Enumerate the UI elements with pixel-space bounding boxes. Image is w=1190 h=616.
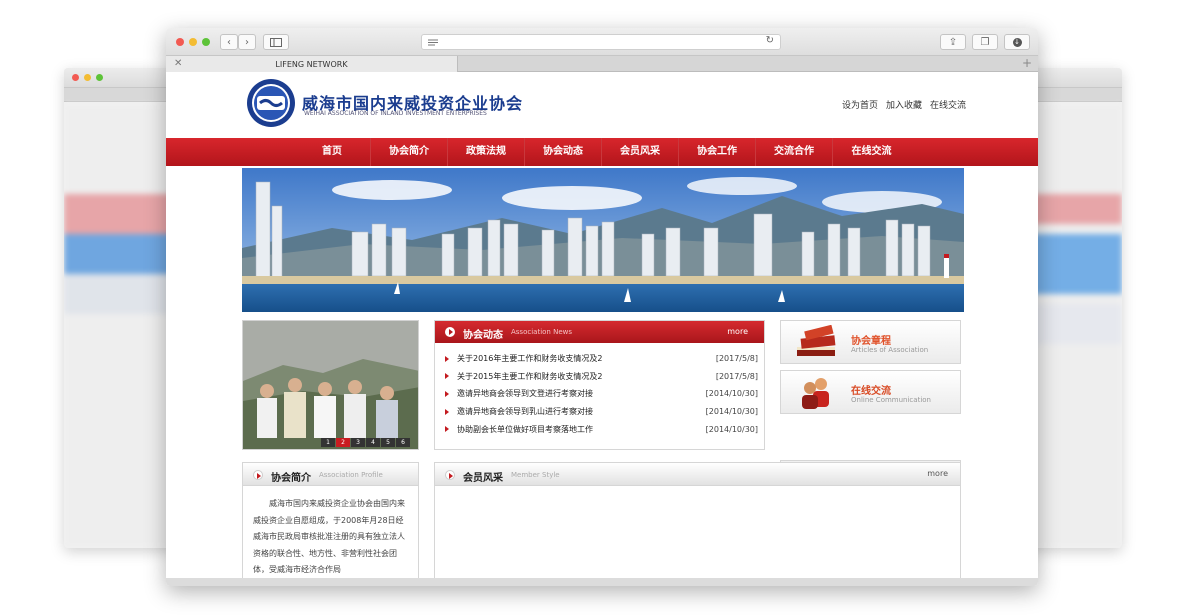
download-icon: ↓ xyxy=(1012,37,1022,47)
play-icon xyxy=(445,327,455,337)
arrow-right-icon xyxy=(445,355,449,362)
browser-toolbar: ‹ › ↻ ⇪ ❐ ↓ xyxy=(166,28,1038,56)
minimize-window-button[interactable] xyxy=(189,38,197,46)
news-more-link[interactable]: more xyxy=(727,327,748,336)
nav-item-cooperation[interactable]: 交流合作 xyxy=(756,138,833,166)
member-title: 会员风采 xyxy=(463,473,503,484)
close-window-button[interactable] xyxy=(176,38,184,46)
charter-title-english: Articles of Association xyxy=(851,346,929,354)
slide-page-2[interactable]: 2 xyxy=(336,438,350,447)
top-links: 设为首页 加入收藏 在线交流 xyxy=(842,98,966,111)
list-item[interactable]: 邀请异地商会领导到乳山进行考察对接 [2014/10/30] xyxy=(445,403,758,421)
list-item[interactable]: 协助副会长单位做好项目考察落地工作 [2014/10/30] xyxy=(445,420,758,438)
tab-close-icon[interactable]: ✕ xyxy=(174,58,182,69)
nav-item-members[interactable]: 会员风采 xyxy=(602,138,679,166)
news-header: 协会动态 Association News more xyxy=(435,321,764,343)
nav-item-profile[interactable]: 协会简介 xyxy=(371,138,448,166)
horizontal-scrollbar[interactable] xyxy=(166,578,1038,586)
member-more-link[interactable]: more xyxy=(927,469,948,478)
slideshow-pagination: 1 2 3 4 5 6 xyxy=(321,438,410,447)
news-item-date: [2014/10/30] xyxy=(705,424,758,434)
slide-page-5[interactable]: 5 xyxy=(381,438,395,447)
main-nav: 首页 协会简介 政策法规 协会动态 会员风采 协会工作 交流合作 在线交流 xyxy=(166,138,1038,166)
list-item[interactable]: 关于2015年主要工作和财务收支情况及2 [2017/5/8] xyxy=(445,368,758,386)
browser-tab-bar: ✕ LIFENG NETWORK + xyxy=(166,56,1038,72)
add-favorite-link[interactable]: 加入收藏 xyxy=(886,98,922,111)
online-title-english: Online Communication xyxy=(851,396,931,404)
play-icon xyxy=(445,470,455,480)
news-item-date: [2014/10/30] xyxy=(705,389,758,399)
nav-item-news[interactable]: 协会动态 xyxy=(525,138,602,166)
forward-button[interactable]: › xyxy=(238,34,256,50)
news-item-title[interactable]: 邀请异地商会领导到文登进行考察对接 xyxy=(457,388,698,399)
online-link-box[interactable]: 在线交流 Online Communication xyxy=(780,370,961,414)
news-item-title[interactable]: 关于2015年主要工作和财务收支情况及2 xyxy=(457,371,698,382)
charter-link-box[interactable]: 协会章程 Articles of Association xyxy=(780,320,961,364)
news-item-title[interactable]: 协助副会长单位做好项目考察落地工作 xyxy=(457,424,698,435)
association-logo-icon[interactable] xyxy=(246,78,296,128)
nav-item-home[interactable]: 首页 xyxy=(294,138,371,166)
profile-text: 威海市国内来威投资企业协会由国内来威投资企业自愿组成，于2008年月28日经威海… xyxy=(242,486,419,586)
profile-header: 协会简介 Association Profile xyxy=(242,462,419,486)
back-button[interactable]: ‹ xyxy=(220,34,238,50)
arrow-right-icon xyxy=(445,408,449,415)
member-title-english: Member Style xyxy=(511,471,560,479)
member-gallery xyxy=(434,486,961,586)
share-button[interactable]: ⇪ xyxy=(940,34,966,50)
online-chat-link[interactable]: 在线交流 xyxy=(930,98,966,111)
slide-page-1[interactable]: 1 xyxy=(321,438,335,447)
group-photo xyxy=(243,321,418,449)
arrow-right-icon xyxy=(445,390,449,397)
city-skyline-banner xyxy=(242,168,964,312)
page-content: 威海市国内来威投资企业协会 WEIHAI ASSOCIATION OF INLA… xyxy=(166,72,1038,586)
news-title: 协会动态 xyxy=(463,330,503,341)
online-title: 在线交流 xyxy=(851,386,891,397)
news-item-title[interactable]: 关于2016年主要工作和财务收支情况及2 xyxy=(457,353,698,364)
nav-item-policy[interactable]: 政策法规 xyxy=(448,138,525,166)
arrow-right-icon xyxy=(445,426,449,433)
profile-title-english: Association Profile xyxy=(319,471,383,479)
maximize-window-button[interactable] xyxy=(202,38,210,46)
users-icon xyxy=(802,378,829,409)
play-icon xyxy=(253,470,263,480)
tab-title: LIFENG NETWORK xyxy=(275,59,348,69)
slide-page-6[interactable]: 6 xyxy=(396,438,410,447)
list-item[interactable]: 关于2016年主要工作和财务收支情况及2 [2017/5/8] xyxy=(445,350,758,368)
address-bar[interactable]: ↻ xyxy=(421,34,781,50)
main-browser-window: ‹ › ↻ ⇪ ❐ ↓ ✕ LIFENG NETWORK + 威海市国内来威投资… xyxy=(166,28,1038,586)
charter-title: 协会章程 xyxy=(851,336,891,347)
news-item-date: [2017/5/8] xyxy=(715,371,758,381)
slide-page-4[interactable]: 4 xyxy=(366,438,380,447)
nav-item-work[interactable]: 协会工作 xyxy=(679,138,756,166)
tabs-overview-button[interactable]: ❐ xyxy=(972,34,998,50)
nav-item-online[interactable]: 在线交流 xyxy=(833,138,910,166)
news-list: 关于2016年主要工作和财务收支情况及2 [2017/5/8] 关于2015年主… xyxy=(435,343,764,438)
site-name-english: WEIHAI ASSOCIATION OF INLAND INVESTMENT … xyxy=(304,110,487,117)
sidebar-toggle-button[interactable] xyxy=(263,34,289,50)
arrow-right-icon xyxy=(445,373,449,380)
reload-icon[interactable]: ↻ xyxy=(766,35,774,46)
news-item-title[interactable]: 邀请异地商会领导到乳山进行考察对接 xyxy=(457,406,698,417)
downloads-button[interactable]: ↓ xyxy=(1004,34,1030,50)
news-panel: 协会动态 Association News more 关于2016年主要工作和财… xyxy=(434,320,765,450)
reader-icon xyxy=(428,39,438,46)
list-item[interactable]: 邀请异地商会领导到文登进行考察对接 [2014/10/30] xyxy=(445,385,758,403)
new-tab-button[interactable]: + xyxy=(1022,56,1032,70)
browser-tab-active[interactable]: ✕ LIFENG NETWORK xyxy=(166,56,458,72)
slide-page-3[interactable]: 3 xyxy=(351,438,365,447)
news-title-english: Association News xyxy=(511,328,572,336)
member-header: 会员风采 Member Style more xyxy=(434,462,961,486)
news-item-date: [2014/10/30] xyxy=(705,407,758,417)
news-item-date: [2017/5/8] xyxy=(715,354,758,364)
sidebar-icon xyxy=(270,37,282,47)
books-icon xyxy=(797,325,836,356)
profile-title: 协会简介 xyxy=(271,473,311,484)
set-homepage-link[interactable]: 设为首页 xyxy=(842,98,878,111)
photo-slideshow[interactable]: 1 2 3 4 5 6 xyxy=(242,320,419,450)
